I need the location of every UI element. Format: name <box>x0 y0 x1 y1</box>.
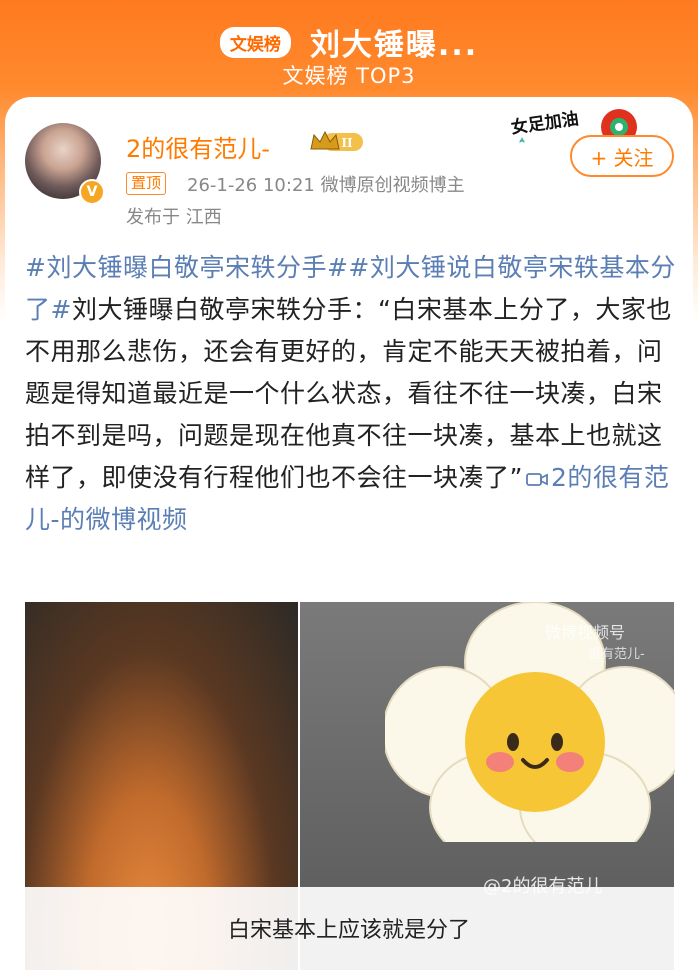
video-watermark: 微博视频号 <box>545 623 626 642</box>
video-watermark-sub: 很有范儿- <box>588 647 645 662</box>
header-title: 刘大锤曝... <box>309 28 479 63</box>
hashtag-link[interactable]: #刘大锤曝白敬亭宋轶分手# <box>25 253 348 282</box>
verified-icon: V <box>79 179 105 205</box>
daisy-sticker-icon <box>385 602 675 842</box>
sticker-text: 女足加油 <box>510 108 580 138</box>
follow-button[interactable]: + 关注 <box>570 135 674 177</box>
header-subtitle: 文娱榜 TOP3 <box>282 64 416 88</box>
post-location: 发布于 江西 <box>126 207 222 228</box>
post-card: V 2的很有范儿- II 置顶 26-1-26 10:21 微博原创视频博主 发… <box>5 97 693 970</box>
author-name[interactable]: 2的很有范儿- <box>126 129 270 164</box>
post-meta: 26-1-26 10:21 微博原创视频博主 <box>187 175 465 196</box>
crown-level-icon: II <box>310 130 363 151</box>
video-subtitle: 白宋基本上应该就是分了 <box>227 918 470 943</box>
hot-list-badge[interactable]: 文娱榜 <box>219 26 291 58</box>
video-camera-icon <box>526 473 548 486</box>
post-body: #刘大锤曝白敬亭宋轶分手##刘大锤说白敬亭宋轶基本分了#刘大锤曝白敬亭宋轶分手：… <box>25 247 677 541</box>
header: 文娱榜 刘大锤曝... 文娱榜 TOP3 <box>0 0 698 100</box>
svg-text:II: II <box>341 136 353 150</box>
pinned-badge: 置顶 <box>126 172 167 195</box>
